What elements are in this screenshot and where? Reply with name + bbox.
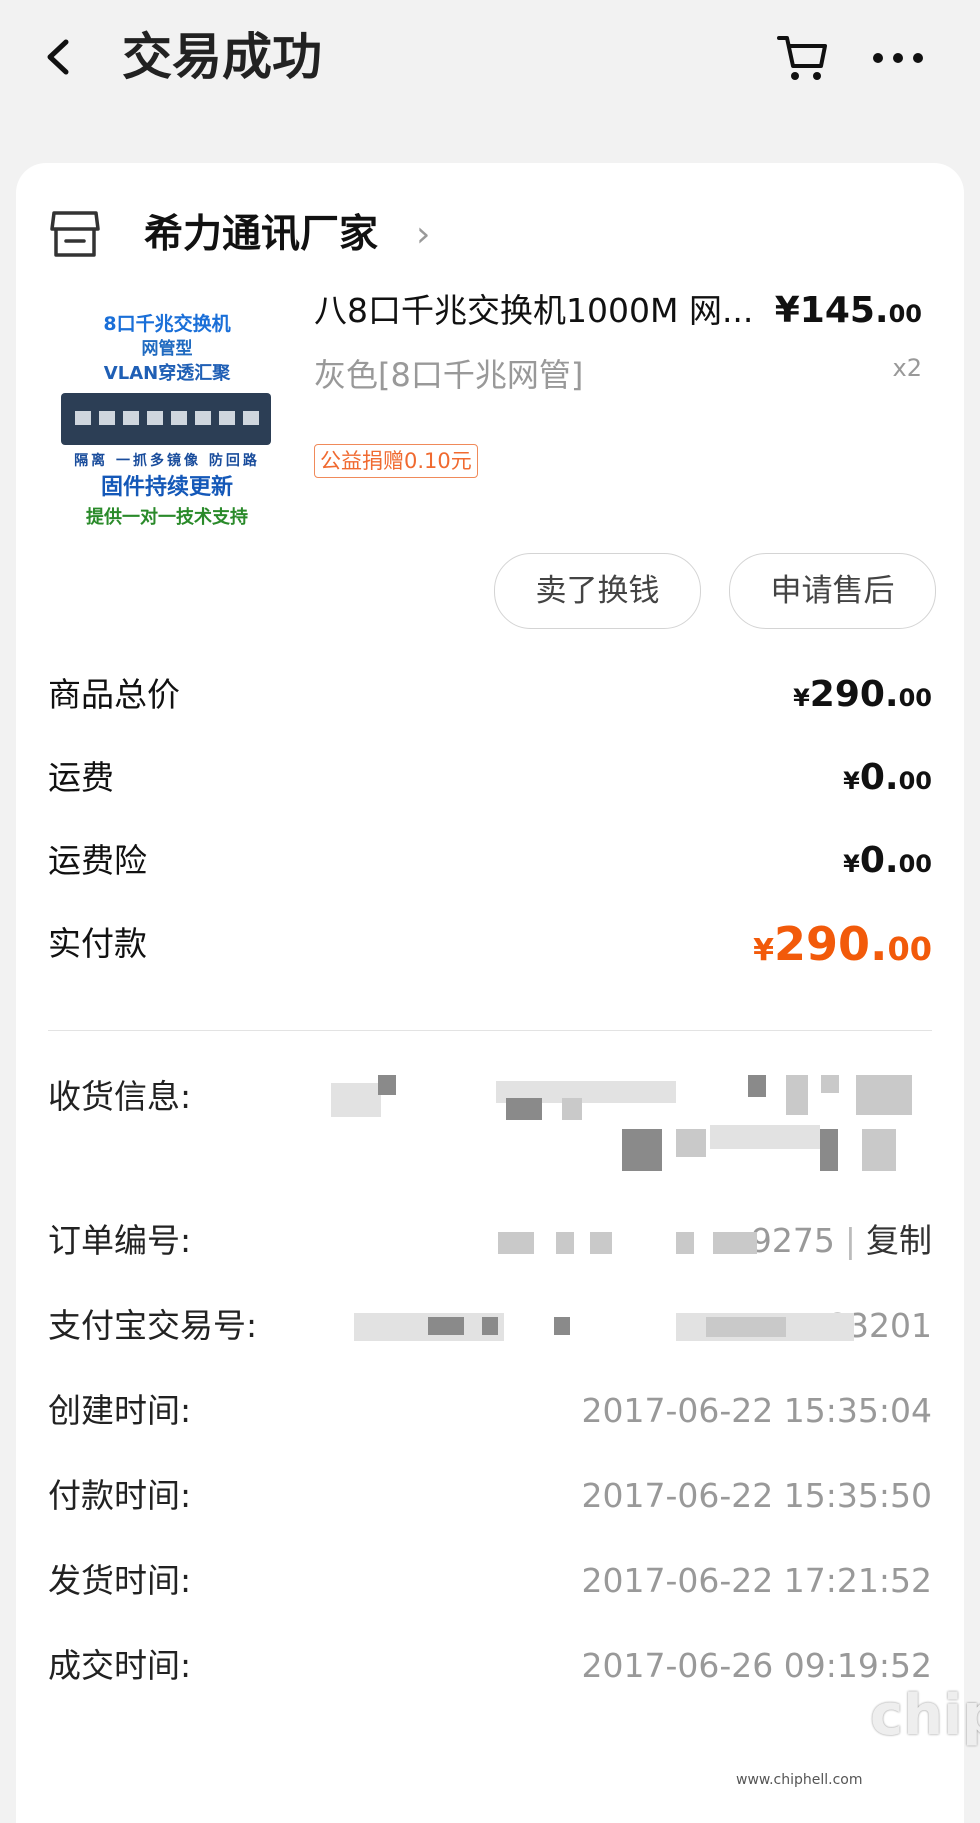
chevron-right-icon: › xyxy=(416,214,431,255)
back-icon[interactable] xyxy=(38,22,78,92)
summary-value: ¥290.00 xyxy=(753,917,932,971)
summary-shipping: 运费 ¥0.00 xyxy=(48,748,932,808)
watermark-logo: chip xyxy=(870,1683,980,1748)
shipped-row: 发货时间: 2017-06-22 17:21:52 xyxy=(48,1551,932,1611)
redaction xyxy=(820,1129,838,1171)
redaction xyxy=(856,1075,912,1115)
redaction xyxy=(556,1232,574,1254)
donation-badge: 公益捐赠0.10元 xyxy=(314,444,478,478)
shop-name: 希力通讯厂家 xyxy=(144,212,379,257)
shop-icon xyxy=(48,209,102,259)
summary-value: ¥0.00 xyxy=(843,840,932,881)
switch-image xyxy=(61,393,271,445)
redaction xyxy=(713,1232,757,1254)
done-row: 成交时间: 2017-06-26 09:19:52 xyxy=(48,1636,932,1696)
redaction xyxy=(554,1317,570,1335)
redaction xyxy=(710,1125,820,1149)
product-name[interactable]: 八8口千兆交换机1000M 网... xyxy=(314,289,804,333)
redaction xyxy=(378,1075,396,1095)
redaction xyxy=(676,1129,706,1157)
sell-button[interactable]: 卖了换钱 xyxy=(494,553,701,629)
redaction xyxy=(748,1075,766,1097)
product-price: ¥145.00 xyxy=(775,289,922,336)
thumb-line: 网管型 xyxy=(141,339,193,359)
nav-bar: 交易成功 xyxy=(0,0,980,150)
redaction xyxy=(562,1098,582,1120)
redaction xyxy=(622,1129,662,1171)
summary-value: ¥0.00 xyxy=(843,757,932,798)
paid-row: 付款时间: 2017-06-22 15:35:50 xyxy=(48,1466,932,1526)
page-title: 交易成功 xyxy=(122,28,322,86)
summary-insurance: 运费险 ¥0.00 xyxy=(48,831,932,891)
product-quantity: x2 xyxy=(892,354,922,382)
thumb-line: 提供一对一技术支持 xyxy=(86,507,248,528)
summary-label: 商品总价 xyxy=(48,675,180,714)
summary-label: 运费险 xyxy=(48,841,147,880)
redaction xyxy=(862,1129,896,1171)
summary-value: ¥290.00 xyxy=(793,674,932,715)
summary-paid: 实付款 ¥290.00 xyxy=(48,914,932,974)
info-label: 创建时间: xyxy=(48,1391,192,1430)
info-label: 支付宝交易号: xyxy=(48,1306,258,1345)
redaction xyxy=(821,1075,839,1093)
more-icon[interactable] xyxy=(868,30,928,86)
created-row: 创建时间: 2017-06-22 15:35:04 xyxy=(48,1381,932,1441)
thumb-line: 固件持续更新 xyxy=(100,475,233,500)
paid-value: 2017-06-22 15:35:50 xyxy=(581,1476,932,1515)
after-sale-button[interactable]: 申请售后 xyxy=(729,553,936,629)
order-number-row: 订单编号: 9275 | 复制 xyxy=(48,1211,932,1271)
thumb-line: 隔离 一抓多镜像 防回路 xyxy=(74,453,260,469)
redaction xyxy=(590,1232,612,1254)
info-label: 收货信息: xyxy=(48,1077,192,1116)
redaction xyxy=(331,1083,381,1117)
redaction xyxy=(482,1317,498,1335)
order-number-value: 9275 | 复制 xyxy=(750,1221,932,1260)
watermark-site: www.chiphell.com xyxy=(736,1772,863,1788)
shipped-value: 2017-06-22 17:21:52 xyxy=(581,1561,932,1600)
copy-button[interactable]: 复制 xyxy=(866,1221,932,1260)
thumb-line: 8口千兆交换机 xyxy=(103,313,231,335)
summary-total: 商品总价 ¥290.00 xyxy=(48,665,932,725)
created-value: 2017-06-22 15:35:04 xyxy=(581,1391,932,1430)
thumb-line: VLAN穿透汇聚 xyxy=(103,363,231,384)
redaction xyxy=(706,1317,786,1337)
info-label: 订单编号: xyxy=(48,1221,192,1260)
price-main: ¥145. xyxy=(774,290,889,331)
info-label: 成交时间: xyxy=(48,1646,192,1685)
redaction xyxy=(428,1317,464,1335)
divider xyxy=(48,1030,932,1031)
order-card: 希力通讯厂家 › 8口千兆交换机 网管型 VLAN穿透汇聚 隔离 一抓多镜像 防… xyxy=(16,163,964,1823)
price-cents: 00 xyxy=(888,300,922,328)
info-label: 发货时间: xyxy=(48,1561,192,1600)
summary-label: 实付款 xyxy=(48,924,147,963)
product-thumbnail[interactable]: 8口千兆交换机 网管型 VLAN穿透汇聚 隔离 一抓多镜像 防回路 固件持续更新… xyxy=(47,301,287,537)
summary-label: 运费 xyxy=(48,758,114,797)
info-label: 付款时间: xyxy=(48,1476,192,1515)
product-spec: 灰色[8口千兆网管] xyxy=(314,356,584,394)
redaction xyxy=(786,1075,808,1115)
redaction xyxy=(498,1232,534,1254)
cart-icon[interactable] xyxy=(775,30,831,86)
redaction xyxy=(676,1232,694,1254)
redaction xyxy=(506,1098,542,1120)
